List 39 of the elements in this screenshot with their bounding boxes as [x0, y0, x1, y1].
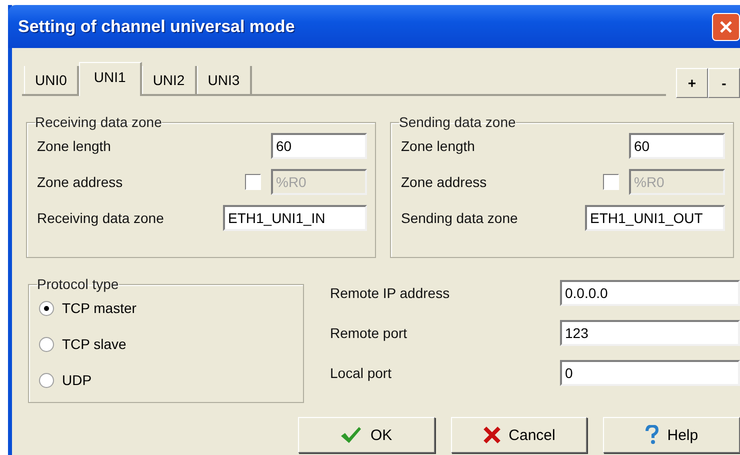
group-title: Protocol type: [37, 276, 119, 292]
checkbox[interactable]: [603, 174, 619, 190]
check-icon: [340, 426, 362, 444]
field-label: Sending data zone: [401, 210, 518, 226]
field-label: Local port: [330, 365, 392, 381]
tab[interactable]: UNI1: [78, 62, 142, 96]
input-field[interactable]: ETH1_UNI1_IN: [223, 205, 367, 231]
tab[interactable]: UNI3: [196, 66, 252, 94]
input-field[interactable]: 0: [560, 360, 740, 386]
field-label: Remote port: [330, 325, 408, 341]
input-field[interactable]: 60: [271, 133, 367, 159]
input-field[interactable]: 60: [629, 133, 725, 159]
cross-icon: [482, 426, 501, 444]
add-button[interactable]: +: [676, 68, 708, 98]
close-icon: [719, 20, 733, 34]
close-button[interactable]: [712, 12, 740, 40]
group-title: Receiving data zone: [35, 114, 162, 130]
input-field[interactable]: 0.0.0.0: [560, 280, 740, 306]
input-field[interactable]: ETH1_UNI1_OUT: [585, 205, 725, 231]
tab[interactable]: UNI2: [142, 66, 197, 94]
field-label: Zone length: [401, 138, 475, 154]
help-button[interactable]: Help: [603, 417, 740, 453]
field-label: Remote IP address: [330, 285, 450, 301]
field-label: Zone address: [37, 174, 123, 190]
window-title: Setting of channel universal mode: [18, 16, 295, 36]
cancel-button[interactable]: Cancel: [450, 417, 588, 453]
field-label: Receiving data zone: [37, 210, 164, 226]
field-label: Zone address: [401, 174, 487, 190]
checkbox[interactable]: [245, 174, 261, 190]
radio-option[interactable]: TCP master: [39, 292, 295, 324]
group-title: Sending data zone: [399, 114, 516, 130]
question-mark-icon: [645, 425, 660, 445]
ok-button[interactable]: OK: [298, 417, 435, 453]
tab[interactable]: UNI0: [24, 66, 79, 94]
input-field[interactable]: 123: [560, 320, 740, 346]
remove-button[interactable]: -: [708, 68, 740, 98]
radio-option[interactable]: TCP slave: [39, 328, 295, 360]
field-label: Zone length: [37, 138, 111, 154]
radio-option[interactable]: UDP: [39, 364, 295, 396]
